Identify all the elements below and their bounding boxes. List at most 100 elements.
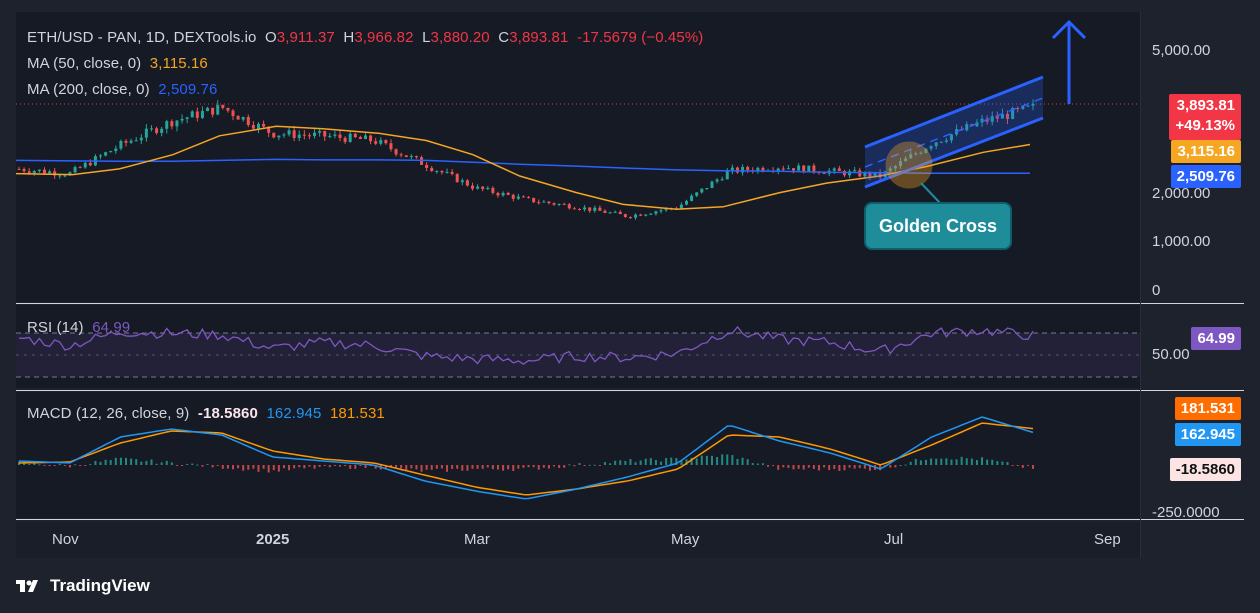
macd-histogram-bar — [160, 462, 163, 465]
macd-histogram-bar — [660, 461, 663, 465]
macd-histogram-bar — [817, 465, 820, 471]
tradingview-logo[interactable]: TradingView — [16, 576, 150, 596]
macd-histogram-bar — [1006, 461, 1009, 465]
ma200-legend[interactable]: MA (200, close, 0) 2,509.76 — [27, 81, 217, 98]
macd-legend[interactable]: MACD (12, 26, close, 9) -18.5860 162.945… — [27, 405, 385, 422]
ma50-legend[interactable]: MA (50, close, 0) 3,115.16 — [27, 55, 208, 72]
candle-body — [552, 203, 556, 205]
candle-body — [369, 135, 373, 142]
candle-body — [155, 128, 159, 134]
macd-histogram-bar — [991, 459, 994, 465]
candle-body — [583, 207, 587, 210]
candle-body — [399, 154, 403, 156]
macd-histogram-bar — [568, 464, 571, 466]
candle-body — [307, 135, 311, 137]
macd-histogram-bar — [293, 465, 296, 469]
x-tick: May — [671, 531, 700, 548]
candle-body — [328, 135, 332, 137]
macd-histogram-bar — [150, 459, 153, 465]
candle-body — [231, 110, 235, 117]
macd-histogram-bar — [333, 465, 336, 466]
candle-body — [476, 186, 480, 189]
macd-histogram-bar — [512, 465, 515, 471]
golden-cross-marker[interactable] — [885, 141, 933, 189]
macd-hist-tag: -18.5860 — [1169, 458, 1241, 481]
symbol-legend[interactable]: ETH/USD - PAN, 1D, DEXTools.io O3,911.37… — [27, 29, 703, 46]
macd-histogram-bar — [517, 465, 520, 469]
candle-body — [634, 214, 638, 218]
macd-histogram-bar — [619, 460, 622, 465]
macd-histogram-bar — [970, 458, 973, 465]
candle-body — [725, 170, 729, 180]
candle-body — [786, 168, 790, 170]
macd-histogram-bar — [975, 459, 978, 465]
macd-histogram-bar — [935, 458, 938, 465]
macd-histogram-bar — [84, 465, 87, 466]
candle-body — [139, 137, 143, 141]
candle-body — [195, 111, 199, 118]
candle-body — [109, 151, 113, 153]
candle-body — [435, 171, 439, 173]
candle-body — [516, 196, 520, 199]
macd-histogram-bar — [996, 461, 999, 465]
macd-histogram-bar — [746, 459, 749, 465]
candle-body — [623, 214, 627, 218]
candle-body — [776, 168, 780, 171]
macd-histogram-bar — [1026, 465, 1029, 466]
candle-body — [104, 152, 108, 156]
candle-body — [236, 116, 240, 120]
macd-histogram-bar — [206, 464, 209, 466]
macd-histogram-bar — [598, 465, 601, 466]
candle-body — [537, 202, 541, 204]
macd-histogram-bar — [507, 465, 510, 470]
macd-histogram-bar — [553, 465, 556, 467]
candle-body — [32, 170, 36, 173]
macd-histogram-bar — [930, 458, 933, 465]
candle-body — [149, 128, 153, 130]
macd-histogram-bar — [858, 465, 861, 469]
candle-body — [256, 123, 260, 129]
macd-tick: -250.0000 — [1152, 504, 1220, 521]
macd-histogram-bar — [726, 454, 729, 465]
macd-histogram-bar — [792, 465, 795, 470]
macd-histogram-bar — [614, 460, 617, 465]
macd-histogram-bar — [170, 462, 173, 465]
macd-histogram-bar — [522, 465, 525, 468]
candle-body — [185, 117, 189, 119]
macd-histogram-bar — [853, 465, 856, 469]
macd-signal-legend-value: 181.531 — [329, 405, 385, 422]
macd-histogram-bar — [756, 463, 759, 465]
macd-histogram-bar — [654, 460, 657, 465]
rsi-legend[interactable]: RSI (14) 64.99 — [27, 319, 130, 336]
macd-histogram-bar — [787, 465, 790, 468]
macd-histogram-bar — [914, 458, 917, 465]
candle-body — [180, 118, 184, 121]
macd-signal-tag: 181.531 — [1174, 397, 1241, 420]
macd-histogram-bar — [359, 465, 362, 466]
macd-histogram-bar — [603, 462, 606, 465]
candle-body — [394, 149, 398, 155]
macd-histogram-bar — [262, 465, 265, 469]
candle-body — [323, 131, 327, 137]
candle-body — [353, 133, 357, 138]
candle-body — [659, 210, 663, 212]
candle-body — [114, 148, 118, 152]
brand-name: TradingView — [50, 576, 150, 595]
macd-histogram-bar — [833, 465, 836, 470]
candle-body — [608, 212, 612, 214]
macd-histogram-bar — [649, 458, 652, 465]
x-tick: Mar — [464, 531, 490, 548]
candle-body — [302, 134, 306, 136]
tradingview-icon — [16, 580, 38, 592]
candle-body — [42, 169, 46, 174]
macd-histogram-bar — [99, 461, 102, 465]
candle-body — [379, 140, 383, 144]
candle-body — [440, 171, 444, 173]
candle-body — [746, 167, 750, 171]
candle-body — [160, 128, 164, 134]
rsi-legend-value: 64.99 — [92, 319, 131, 336]
candle-body — [200, 111, 204, 118]
macd-histogram-bar — [175, 465, 178, 466]
macd-histogram-bar — [125, 457, 128, 465]
candle-body — [37, 169, 41, 171]
